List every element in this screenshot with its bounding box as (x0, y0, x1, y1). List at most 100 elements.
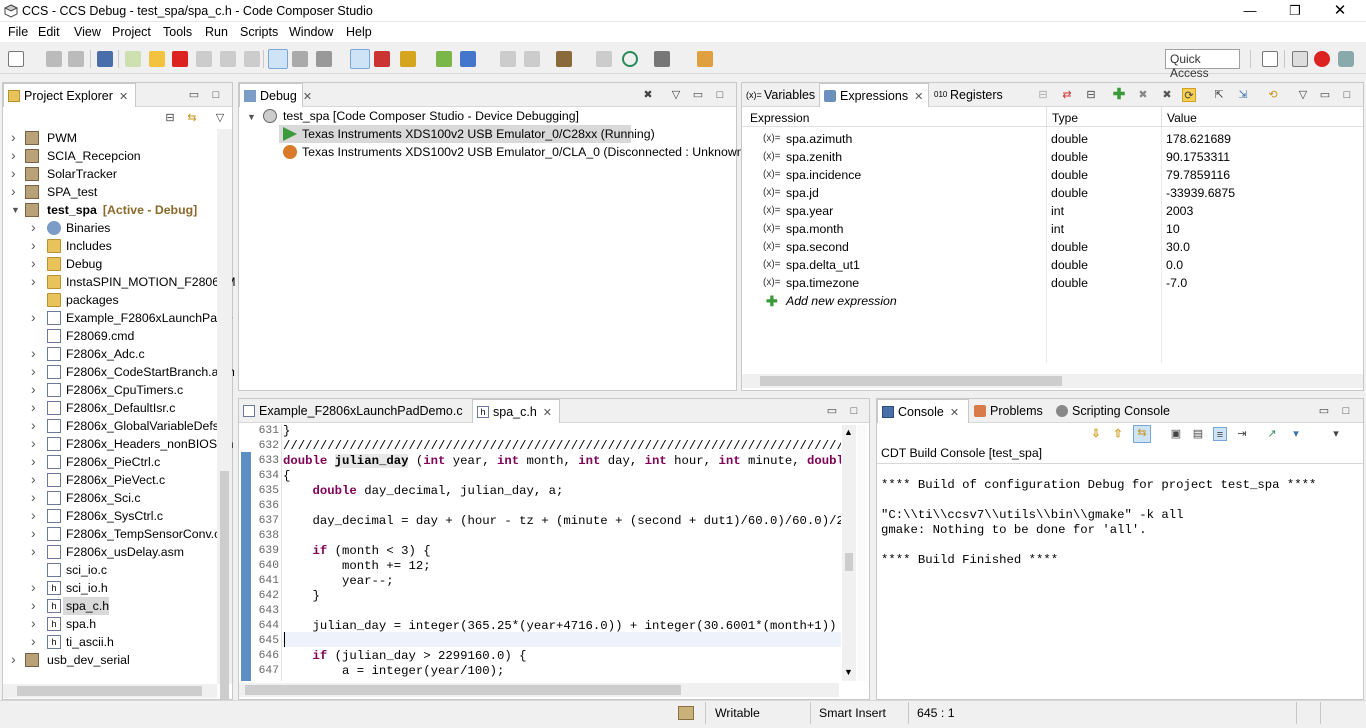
debug-session-root[interactable]: test_spa [Code Composer Studio - Device … (283, 107, 579, 125)
close-icon[interactable]: ✕ (543, 407, 552, 419)
tab-project-explorer[interactable]: Project Explorer ✕ (3, 83, 136, 107)
code-line[interactable]: month += 12; (283, 559, 841, 574)
tree-item[interactable]: sci_io.c (66, 561, 107, 579)
menu-view[interactable]: View (74, 25, 101, 39)
tree-item[interactable]: F2806x_Sci.c (66, 489, 141, 507)
display-console-icon[interactable]: ▾ (1289, 427, 1303, 441)
expand-arrow-icon[interactable]: › (11, 183, 16, 199)
tree-item[interactable]: SCIA_Recepcion (47, 147, 141, 165)
code-line[interactable] (283, 634, 841, 649)
maximize-view-icon[interactable]: □ (847, 404, 861, 418)
tree-item[interactable]: usb_dev_serial (47, 651, 130, 669)
expand-arrow-icon[interactable]: › (31, 525, 36, 541)
close-icon[interactable]: ✕ (914, 91, 923, 103)
collapse-all-icon[interactable]: ⊟ (1084, 88, 1098, 102)
save-icon[interactable] (46, 51, 62, 67)
import-icon[interactable]: ⇱ (1212, 88, 1226, 102)
expand-arrow-icon[interactable]: › (31, 219, 36, 235)
expression-row[interactable]: (x)= spa.year int 2003 (742, 202, 1362, 220)
step-return-icon[interactable] (244, 51, 260, 67)
minimize-button[interactable]: — (1228, 2, 1272, 20)
expand-arrow-icon[interactable]: › (31, 507, 36, 523)
expand-arrow-icon[interactable]: › (31, 453, 36, 469)
expression-value[interactable]: 2003 (1166, 202, 1193, 220)
collapse-all-icon[interactable]: ⊟ (163, 111, 177, 125)
menu-tools[interactable]: Tools (163, 25, 192, 39)
remove-terminated-icon[interactable]: ✖ (641, 88, 655, 102)
disconnect-icon[interactable] (292, 51, 308, 67)
next-build-icon[interactable]: ⇩ (1089, 427, 1103, 441)
collapse-icon[interactable]: ⊟ (1036, 88, 1050, 102)
ccs-simple-perspective-icon[interactable] (1338, 51, 1354, 67)
column-value[interactable]: Value (1167, 111, 1197, 125)
minimize-view-icon[interactable]: ▭ (1317, 404, 1331, 418)
expression-row[interactable]: (x)= spa.timezone double -7.0 (742, 274, 1362, 292)
tree-item[interactable]: InstaSPIN_MOTION_F2806xM (66, 273, 235, 291)
tree-item[interactable]: F2806x_usDelay.asm (66, 543, 184, 561)
remove-breakpoints-icon[interactable] (374, 51, 390, 67)
expand-arrow-icon[interactable]: › (31, 615, 36, 631)
expression-row[interactable]: (x)= spa.delta_ut1 double 0.0 (742, 256, 1362, 274)
expression-value[interactable]: 0.0 (1166, 256, 1183, 274)
minimize-view-icon[interactable]: ▭ (825, 404, 839, 418)
view-menu-icon[interactable]: ▽ (669, 88, 683, 102)
step-into-icon[interactable] (196, 51, 212, 67)
tree-item[interactable]: Debug (66, 255, 102, 273)
tree-item[interactable]: test_spa [Active - Debug] (47, 201, 197, 219)
expression-row[interactable]: (x)= spa.zenith double 90.1753311 (742, 148, 1362, 166)
code-line[interactable]: { (283, 469, 841, 484)
tree-item[interactable]: F2806x_CpuTimers.c (66, 381, 183, 399)
tree-item[interactable]: F2806x_CodeStartBranch.asm (66, 363, 235, 381)
expand-arrow-icon[interactable]: › (31, 417, 36, 433)
code-line[interactable]: a = integer(year/100); (283, 664, 841, 679)
show-type-icon[interactable]: ⇄ (1060, 88, 1074, 102)
tree-item[interactable]: packages (66, 291, 119, 309)
expand-arrow-icon[interactable]: › (31, 273, 36, 289)
expand-arrow-icon[interactable]: › (31, 471, 36, 487)
expression-row[interactable]: (x)= spa.second double 30.0 (742, 238, 1362, 256)
remove-expression-icon[interactable]: ✖ (1136, 88, 1150, 102)
save-all-icon[interactable] (68, 51, 84, 67)
menu-file[interactable]: File (8, 25, 28, 39)
open-perspective-icon[interactable] (1262, 51, 1278, 67)
code-line[interactable]: if (month < 3) { (283, 544, 841, 559)
minimize-view-icon[interactable]: ▭ (691, 88, 705, 102)
expand-arrow-icon[interactable]: ▼ (11, 205, 20, 215)
code-line[interactable]: julian_day = integer(365.25*(year+4716.0… (283, 619, 841, 634)
expression-value[interactable]: 10 (1166, 220, 1180, 238)
expand-arrow-icon[interactable]: › (31, 381, 36, 397)
view-menu-icon[interactable]: ▽ (213, 111, 227, 125)
tree-item[interactable]: F2806x_DefaultIsr.c (66, 399, 175, 417)
debug-run-icon[interactable] (436, 51, 452, 67)
tab-spa-c-h[interactable]: h spa_c.h ✕ (472, 399, 560, 423)
word-wrap-icon[interactable]: ⇥ (1235, 427, 1249, 441)
menu-run[interactable]: Run (205, 25, 228, 39)
flash-icon[interactable] (400, 51, 416, 67)
editor-hscrollbar[interactable] (239, 683, 839, 697)
assembly-step-icon[interactable] (500, 51, 516, 67)
expression-value[interactable]: -7.0 (1166, 274, 1187, 292)
menu-help[interactable]: Help (346, 25, 372, 39)
pin-console-icon[interactable]: ⇆ (1133, 425, 1151, 443)
search-icon[interactable] (622, 51, 638, 67)
tab-console[interactable]: Console ✕ (877, 399, 969, 423)
code-line[interactable]: } (283, 424, 841, 439)
column-expression[interactable]: Expression (750, 111, 809, 125)
tree-item[interactable]: F2806x_TempSensorConv.c (66, 525, 220, 543)
code-line[interactable] (283, 529, 841, 544)
tab-problems[interactable]: Problems (970, 399, 1050, 423)
pin-icon[interactable] (697, 51, 713, 67)
expressions-hscrollbar[interactable] (742, 374, 1363, 388)
expand-arrow-icon[interactable]: › (31, 435, 36, 451)
code-line[interactable]: ////////////////////////////////////////… (283, 439, 841, 454)
expand-arrow-icon[interactable]: › (31, 597, 36, 613)
expression-row[interactable]: (x)= spa.azimuth double 178.621689 (742, 130, 1362, 148)
previous-build-icon[interactable]: ⇧ (1111, 427, 1125, 441)
expand-arrow-icon[interactable]: ▼ (247, 112, 256, 122)
expand-arrow-icon[interactable]: › (11, 651, 16, 667)
tree-item[interactable]: F2806x_GlobalVariableDefs.c (66, 417, 228, 435)
menu-scripts[interactable]: Scripts (240, 25, 278, 39)
tab-expressions[interactable]: Expressions ✕ (819, 83, 929, 107)
maximize-button[interactable]: ❐ (1273, 2, 1317, 20)
expand-arrow-icon[interactable]: › (31, 399, 36, 415)
